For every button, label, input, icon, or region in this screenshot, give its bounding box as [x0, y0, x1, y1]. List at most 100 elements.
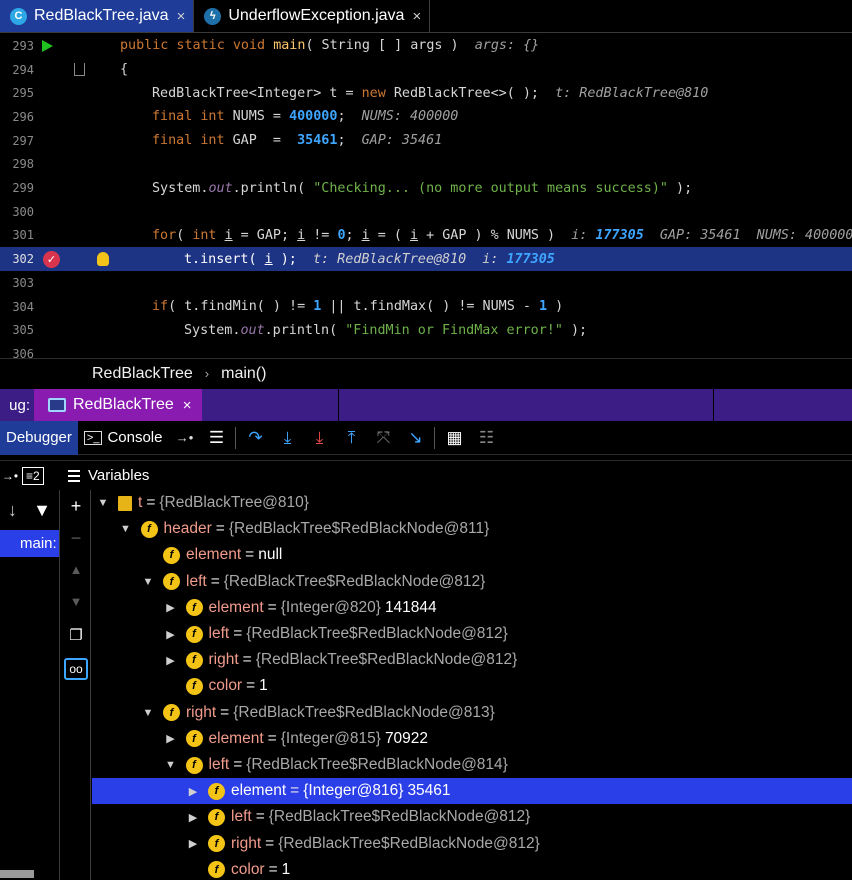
expand-right-icon[interactable]: ▶ — [186, 837, 200, 850]
code-line[interactable]: 303 — [0, 271, 852, 295]
restore-layout-icon[interactable]: →• — [168, 421, 200, 455]
expand-down-icon[interactable]: ▼ — [164, 759, 178, 771]
copy-icon[interactable]: ❐ — [61, 626, 91, 644]
code-line[interactable]: 295 RedBlackTree<Integer> t = new RedBla… — [0, 81, 852, 105]
code-editor[interactable]: 293 public static void main( String [ ] … — [0, 34, 852, 358]
code-line[interactable]: 305 System.out.println( "FindMin or Find… — [0, 318, 852, 342]
variable-row[interactable]: ▼ t = {RedBlackTree@810} — [92, 490, 852, 516]
code-text: { — [120, 62, 129, 78]
variable-row[interactable]: ▼ f right = {RedBlackTree$RedBlackNode@813} — [92, 700, 852, 726]
variable-row[interactable]: ▶ f right = {RedBlackTree$RedBlackNode@812} — [92, 831, 852, 857]
run-icon[interactable] — [42, 39, 53, 52]
equals-sign: = — [268, 860, 278, 878]
variable-row[interactable]: ▶ f element = {Integer@820} 141844 — [92, 595, 852, 621]
variable-type: {Integer@820} — [280, 598, 381, 616]
code-line[interactable]: 299 System.out.println( "Checking... (no… — [0, 176, 852, 200]
expand-down-icon[interactable]: ▼ — [119, 523, 133, 535]
expand-down-icon[interactable]: ▼ — [141, 707, 155, 719]
drop-frame-icon[interactable]: ⤧ — [367, 421, 399, 455]
variable-name: right — [231, 834, 262, 852]
line-number: 295 — [12, 86, 34, 101]
variable-value: 1 — [259, 677, 268, 695]
equals-sign: = — [265, 834, 275, 852]
variable-row[interactable]: ▶felement=null — [92, 542, 852, 568]
code-line[interactable]: 306 — [0, 342, 852, 358]
variable-row[interactable]: ▶ f element = {Integer@815} 70922 — [92, 726, 852, 752]
variable-name: element — [186, 546, 242, 564]
fold-icon[interactable] — [74, 63, 85, 77]
arrow-down-icon[interactable]: ↓ — [8, 500, 17, 521]
variable-row[interactable]: ▼ f left = {RedBlackTree$RedBlackNode@812} — [92, 569, 852, 595]
expand-right-icon[interactable]: ▶ — [164, 628, 178, 641]
expand-right-icon[interactable]: ▶ — [164, 732, 178, 745]
line-number: 296 — [12, 109, 34, 124]
evaluate-expression-icon[interactable]: ▦ — [438, 421, 470, 455]
variables-tree[interactable]: ▼ t = {RedBlackTree@810} ▼ f header = {RedBlackT… — [92, 490, 852, 880]
trace-icon[interactable]: ☷ — [470, 421, 502, 455]
filter-icon[interactable]: ▼ — [33, 500, 51, 521]
execution-point-line[interactable]: 302 ✓ t.insert( i ); t: RedBlackTree@810… — [0, 247, 852, 271]
variable-row[interactable]: ▶fcolor=1 — [92, 857, 852, 880]
code-line[interactable]: 296 final int NUMS = 400000; NUMS: 40000… — [0, 105, 852, 129]
menu-icon[interactable]: ☰ — [200, 421, 232, 455]
variables-icon — [68, 469, 80, 482]
expand-right-icon[interactable]: ▶ — [186, 785, 200, 798]
show-execution-point-icon[interactable]: ↷ — [239, 421, 271, 455]
move-up-icon[interactable]: ▲ — [61, 562, 91, 577]
code-line[interactable]: 300 — [0, 200, 852, 224]
frame-label: main: — [20, 535, 57, 552]
variable-type: {Integer@815} — [280, 729, 381, 747]
restore-frames-icon[interactable]: →• — [0, 469, 20, 483]
lightbulb-icon[interactable] — [97, 252, 109, 267]
debug-tool-window-header: ug: RedBlackTree × — [0, 389, 852, 421]
close-icon[interactable]: × — [183, 397, 192, 414]
close-icon[interactable]: × — [177, 8, 186, 25]
expand-down-icon[interactable]: ▼ — [96, 497, 110, 509]
expand-right-icon[interactable]: ▶ — [164, 601, 178, 614]
code-line[interactable]: 294 { — [0, 58, 852, 82]
breakpoint-icon[interactable]: ✓ — [43, 250, 60, 268]
code-line[interactable]: 293 public static void main( String [ ] … — [0, 34, 852, 58]
frames-toolbar: ↓ ▼ — [0, 490, 59, 530]
code-line[interactable]: 297 final int GAP = 35461; GAP: 35461 — [0, 129, 852, 153]
breadcrumb-class[interactable]: RedBlackTree — [92, 365, 193, 383]
expand-down-icon[interactable]: ▼ — [141, 576, 155, 588]
watches-glasses-icon[interactable]: oo — [64, 658, 88, 680]
code-line[interactable]: 301 for( int i = GAP; i != 0; i = ( i + … — [0, 224, 852, 248]
run-to-cursor-icon[interactable]: ↘ — [399, 421, 431, 455]
variable-name: color — [231, 860, 265, 878]
equals-sign: = — [233, 625, 243, 643]
breadcrumb-method[interactable]: main() — [221, 365, 266, 383]
step-into-icon[interactable]: ⤓ — [303, 421, 335, 455]
add-watch-icon[interactable]: + — [61, 496, 91, 517]
code-text: final int NUMS = 400000; NUMS: 400000 — [152, 109, 459, 125]
code-line[interactable]: 298 — [0, 153, 852, 177]
field-icon: f — [163, 546, 180, 564]
move-down-icon[interactable]: ▼ — [61, 594, 91, 609]
step-out-icon[interactable]: ⤒ — [335, 421, 367, 455]
variable-row[interactable]: ▼ f header = {RedBlackTree$RedBlackNode@811} — [92, 516, 852, 542]
tab-redblacktree-java[interactable]: C RedBlackTree.java × — [0, 0, 195, 32]
step-over-icon[interactable]: ⤓ — [271, 421, 303, 455]
code-line[interactable]: 304 if( t.findMin( ) != 1 || t.findMax( … — [0, 295, 852, 319]
variable-row[interactable]: ▶ f element = {Integer@816} 35461 — [92, 778, 852, 805]
variable-row[interactable]: ▶fcolor=1 — [92, 673, 852, 699]
expand-right-icon[interactable]: ▶ — [164, 654, 178, 667]
tab-debugger[interactable]: Debugger — [0, 420, 78, 455]
remove-watch-icon[interactable]: − — [61, 528, 91, 549]
debug-session-tab[interactable]: RedBlackTree × — [34, 389, 202, 421]
tab-console[interactable]: >_ Console — [78, 421, 169, 455]
variable-row[interactable]: ▶ f left = {RedBlackTree$RedBlackNode@812} — [92, 621, 852, 647]
close-icon[interactable]: × — [412, 8, 421, 25]
frames-count[interactable]: ≡2 — [22, 466, 44, 485]
code-text: System.out.println( "FindMin or FindMax … — [184, 322, 588, 338]
horizontal-scrollbar[interactable] — [0, 870, 34, 878]
variable-row[interactable]: ▼ f left = {RedBlackTree$RedBlackNode@814} — [92, 752, 852, 778]
variable-row[interactable]: ▶ f right = {RedBlackTree$RedBlackNode@812} — [92, 647, 852, 673]
variable-row[interactable]: ▶ f left = {RedBlackTree$RedBlackNode@812} — [92, 804, 852, 830]
frame-item-main[interactable]: main: — [0, 530, 59, 557]
expand-right-icon[interactable]: ▶ — [186, 811, 200, 824]
line-number: 303 — [12, 275, 34, 290]
variable-name: right — [208, 651, 239, 669]
tab-underflowexception-java[interactable]: ϟ UnderflowException.java × — [194, 0, 431, 32]
